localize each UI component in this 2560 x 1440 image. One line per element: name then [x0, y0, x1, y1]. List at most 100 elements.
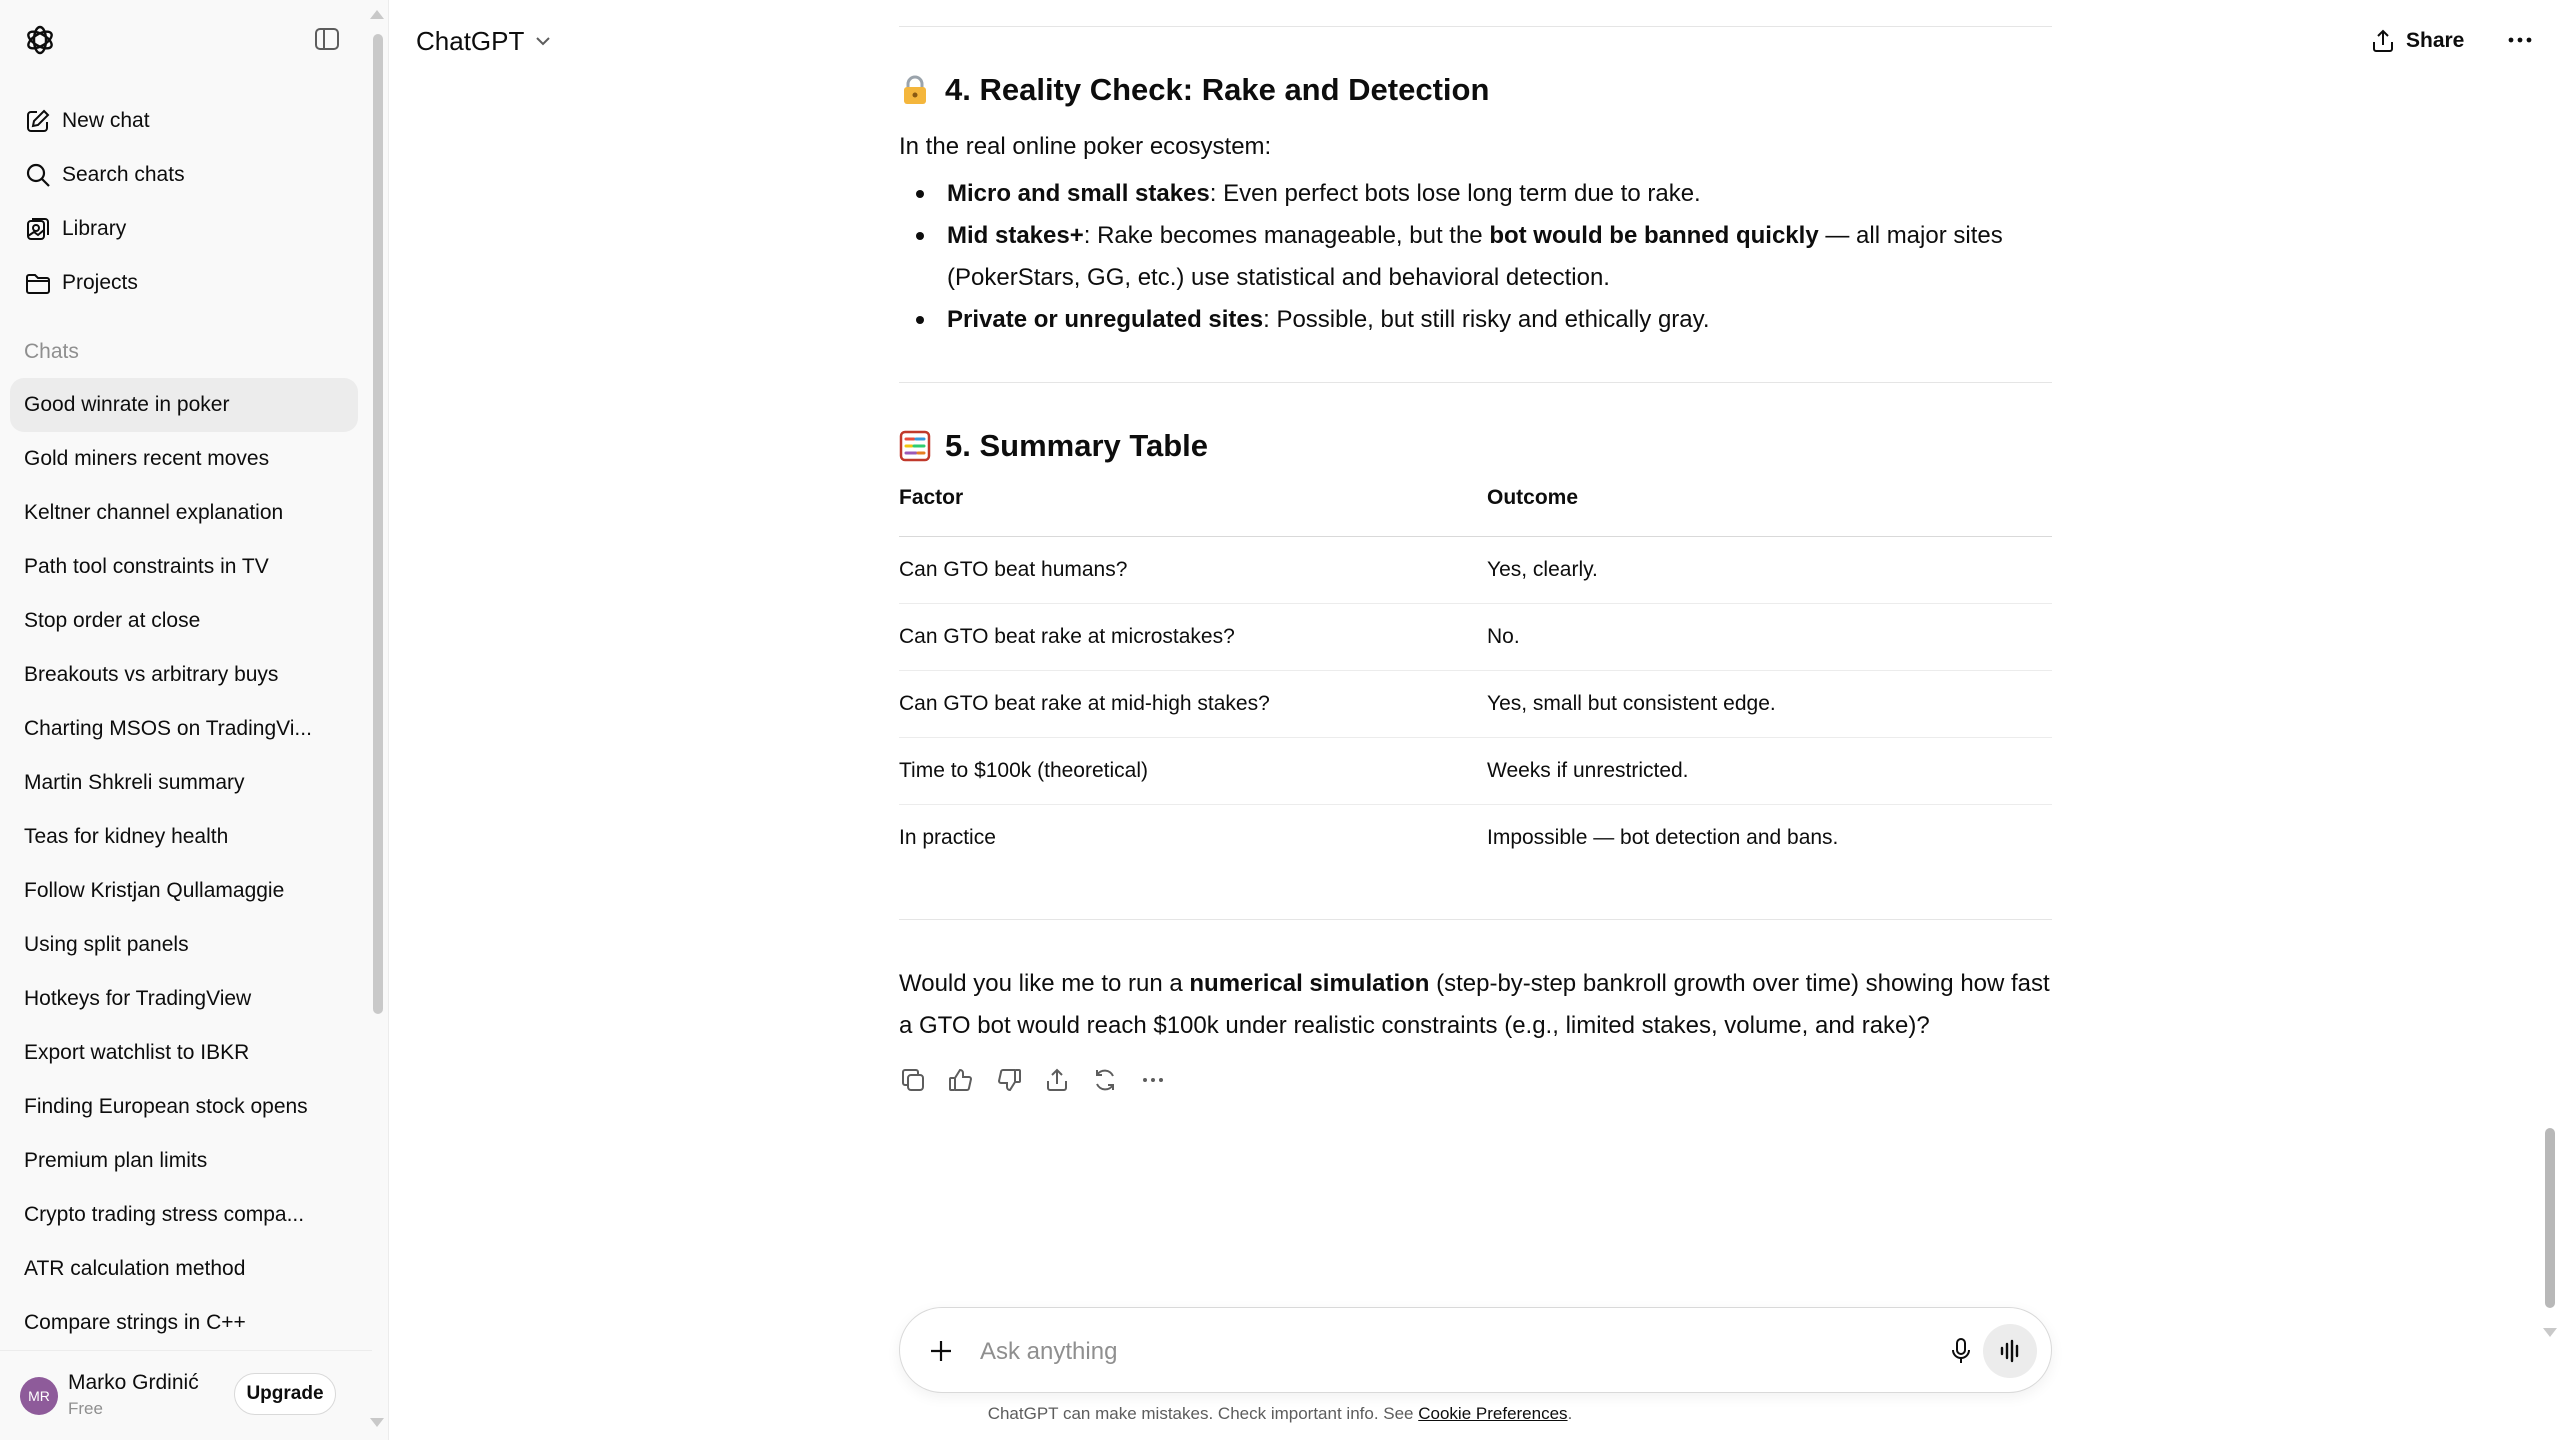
chat-history-item[interactable]: Good winrate in poker	[10, 378, 358, 432]
table-cell: Yes, clearly.	[1487, 536, 2052, 604]
table-cell: Can GTO beat rake at mid-high stakes?	[899, 670, 1487, 738]
closing-text: Would you like me to run a	[899, 970, 1190, 997]
bullet-bold: Private or unregulated sites	[947, 306, 1264, 333]
main-scroll-down-arrow[interactable]	[2543, 1328, 2557, 1337]
table-cell: Can GTO beat rake at microstakes?	[899, 603, 1487, 671]
pencil-square-icon	[24, 107, 52, 135]
chat-history-item[interactable]: Keltner channel explanation	[10, 486, 358, 540]
section-divider	[899, 26, 2052, 27]
library-icon	[24, 215, 52, 243]
regenerate-icon[interactable]	[1091, 1066, 1119, 1094]
sidebar-toggle-icon[interactable]	[314, 26, 340, 52]
chat-history-item[interactable]: Finding European stock opens	[10, 1080, 358, 1134]
main-scrollbar-thumb[interactable]	[2545, 1128, 2555, 1308]
table-cell: Yes, small but consistent edge.	[1487, 670, 2052, 738]
more-options-icon[interactable]	[2506, 28, 2534, 52]
summary-table: Factor Outcome Can GTO beat humans? Yes,…	[899, 484, 2052, 871]
chat-history-item[interactable]: Premium plan limits	[10, 1134, 358, 1188]
chat-history-item[interactable]: Compare strings in C++	[10, 1296, 358, 1350]
more-actions-icon[interactable]	[1139, 1066, 1167, 1094]
message-actions	[899, 1066, 1187, 1094]
user-name: Marko Grdinić	[68, 1371, 199, 1394]
microphone-icon[interactable]	[1945, 1335, 1977, 1367]
thumbs-up-icon[interactable]	[947, 1066, 975, 1094]
chat-history-item[interactable]: Path tool constraints in TV	[10, 540, 358, 594]
table-cell: Can GTO beat humans?	[899, 536, 1487, 604]
cookie-preferences-link[interactable]: Cookie Preferences	[1418, 1404, 1567, 1423]
sidebar: New chat Search chats Library Projects C…	[0, 0, 389, 1440]
plus-icon[interactable]	[926, 1336, 956, 1366]
voice-mode-button[interactable]	[1983, 1324, 2037, 1378]
chats-section-label: Chats	[24, 340, 79, 363]
share-label: Share	[2406, 29, 2465, 52]
list-item: Mid stakes+: Rake becomes manageable, bu…	[899, 215, 2052, 299]
sidebar-scrollbar-thumb[interactable]	[373, 34, 383, 1014]
chat-history-item[interactable]: Gold miners recent moves	[10, 432, 358, 486]
chevron-down-icon	[534, 32, 552, 50]
summary-table-container: Factor Outcome Can GTO beat humans? Yes,…	[899, 484, 2052, 871]
table-header-row: Factor Outcome	[899, 484, 2052, 537]
user-account-panel[interactable]: MR Marko Grdinić Free Upgrade	[0, 1350, 372, 1440]
projects-button[interactable]: Projects	[10, 256, 358, 310]
table-row: Can GTO beat humans? Yes, clearly.	[899, 536, 2052, 604]
section-divider	[899, 919, 2052, 920]
abacus-icon	[899, 430, 931, 462]
table-row: Time to $100k (theoretical) Weeks if unr…	[899, 737, 2052, 805]
bullet-bold: Micro and small stakes	[947, 180, 1210, 207]
list-item: Micro and small stakes: Even perfect bot…	[899, 173, 2052, 215]
chat-history-item[interactable]: Hotkeys for TradingView	[10, 972, 358, 1026]
openai-logo-icon[interactable]	[22, 22, 58, 58]
table-header-cell: Factor	[899, 484, 1487, 537]
section-heading-5: 5. Summary Table	[899, 428, 2052, 464]
chat-history-item[interactable]: Export watchlist to IBKR	[10, 1026, 358, 1080]
message-composer	[899, 1307, 2052, 1393]
chat-history-item[interactable]: Follow Kristjan Qullamaggie	[10, 864, 358, 918]
new-chat-label: New chat	[62, 109, 150, 132]
chat-history-item[interactable]: Using split panels	[10, 918, 358, 972]
section-title: 4. Reality Check: Rake and Detection	[945, 72, 1490, 107]
model-selector[interactable]: ChatGPT	[416, 20, 552, 62]
folder-icon	[24, 269, 52, 297]
list-item: Private or unregulated sites: Possible, …	[899, 299, 2052, 341]
table-cell: In practice	[899, 826, 996, 849]
disclaimer-end: .	[1567, 1404, 1573, 1423]
message-input[interactable]	[978, 1328, 1782, 1376]
lock-icon	[899, 74, 931, 106]
voice-waveform-icon	[1996, 1337, 2024, 1365]
share-button[interactable]: Share	[2370, 20, 2464, 62]
chat-history-item[interactable]: Martin Shkreli summary	[10, 756, 358, 810]
new-chat-button[interactable]: New chat	[10, 94, 358, 148]
sidebar-nav: New chat Search chats Library Projects	[10, 94, 358, 310]
share-icon	[2370, 28, 2396, 54]
table-row: Can GTO beat rake at mid-high stakes? Ye…	[899, 670, 2052, 738]
chat-history-item[interactable]: Teas for kidney health	[10, 810, 358, 864]
table-cell: Impossible — bot detection and bans.	[1487, 826, 1839, 849]
search-chats-label: Search chats	[62, 163, 185, 186]
chat-history-item[interactable]: Crypto trading stress compa...	[10, 1188, 358, 1242]
search-icon	[24, 161, 52, 189]
projects-label: Projects	[62, 271, 138, 294]
search-chats-button[interactable]: Search chats	[10, 148, 358, 202]
section-heading-4: 4. Reality Check: Rake and Detection	[899, 72, 2052, 108]
thumbs-down-icon[interactable]	[995, 1066, 1023, 1094]
chat-history-item[interactable]: Breakouts vs arbitrary buys	[10, 648, 358, 702]
share-message-icon[interactable]	[1043, 1066, 1071, 1094]
table-header-cell: Outcome	[1487, 484, 2052, 537]
section-divider	[899, 382, 2052, 383]
table-row: Can GTO beat rake at microstakes? No.	[899, 603, 2052, 671]
sidebar-scroll-up-arrow[interactable]	[370, 10, 384, 19]
copy-icon[interactable]	[899, 1066, 927, 1094]
table-cell: No.	[1487, 603, 2052, 671]
bullet-bold: bot would be banned quickly	[1489, 222, 1819, 249]
table-cell: Weeks if unrestricted.	[1487, 737, 2052, 805]
chat-history-item[interactable]: Charting MSOS on TradingVi...	[10, 702, 358, 756]
chat-history-list: Good winrate in poker Gold miners recent…	[10, 378, 358, 1350]
chat-history-item[interactable]: ATR calculation method	[10, 1242, 358, 1296]
disclaimer-text: ChatGPT can make mistakes. Check importa…	[987, 1404, 1419, 1423]
model-label: ChatGPT	[416, 25, 525, 56]
chat-history-item[interactable]: Stop order at close	[10, 594, 358, 648]
bullet-text: : Even perfect bots lose long term due t…	[1209, 180, 1701, 207]
library-button[interactable]: Library	[10, 202, 358, 256]
bullet-text: : Possible, but still risky and ethicall…	[1263, 306, 1710, 333]
bullet-text: : Rake becomes manageable, but the	[1083, 222, 1490, 249]
